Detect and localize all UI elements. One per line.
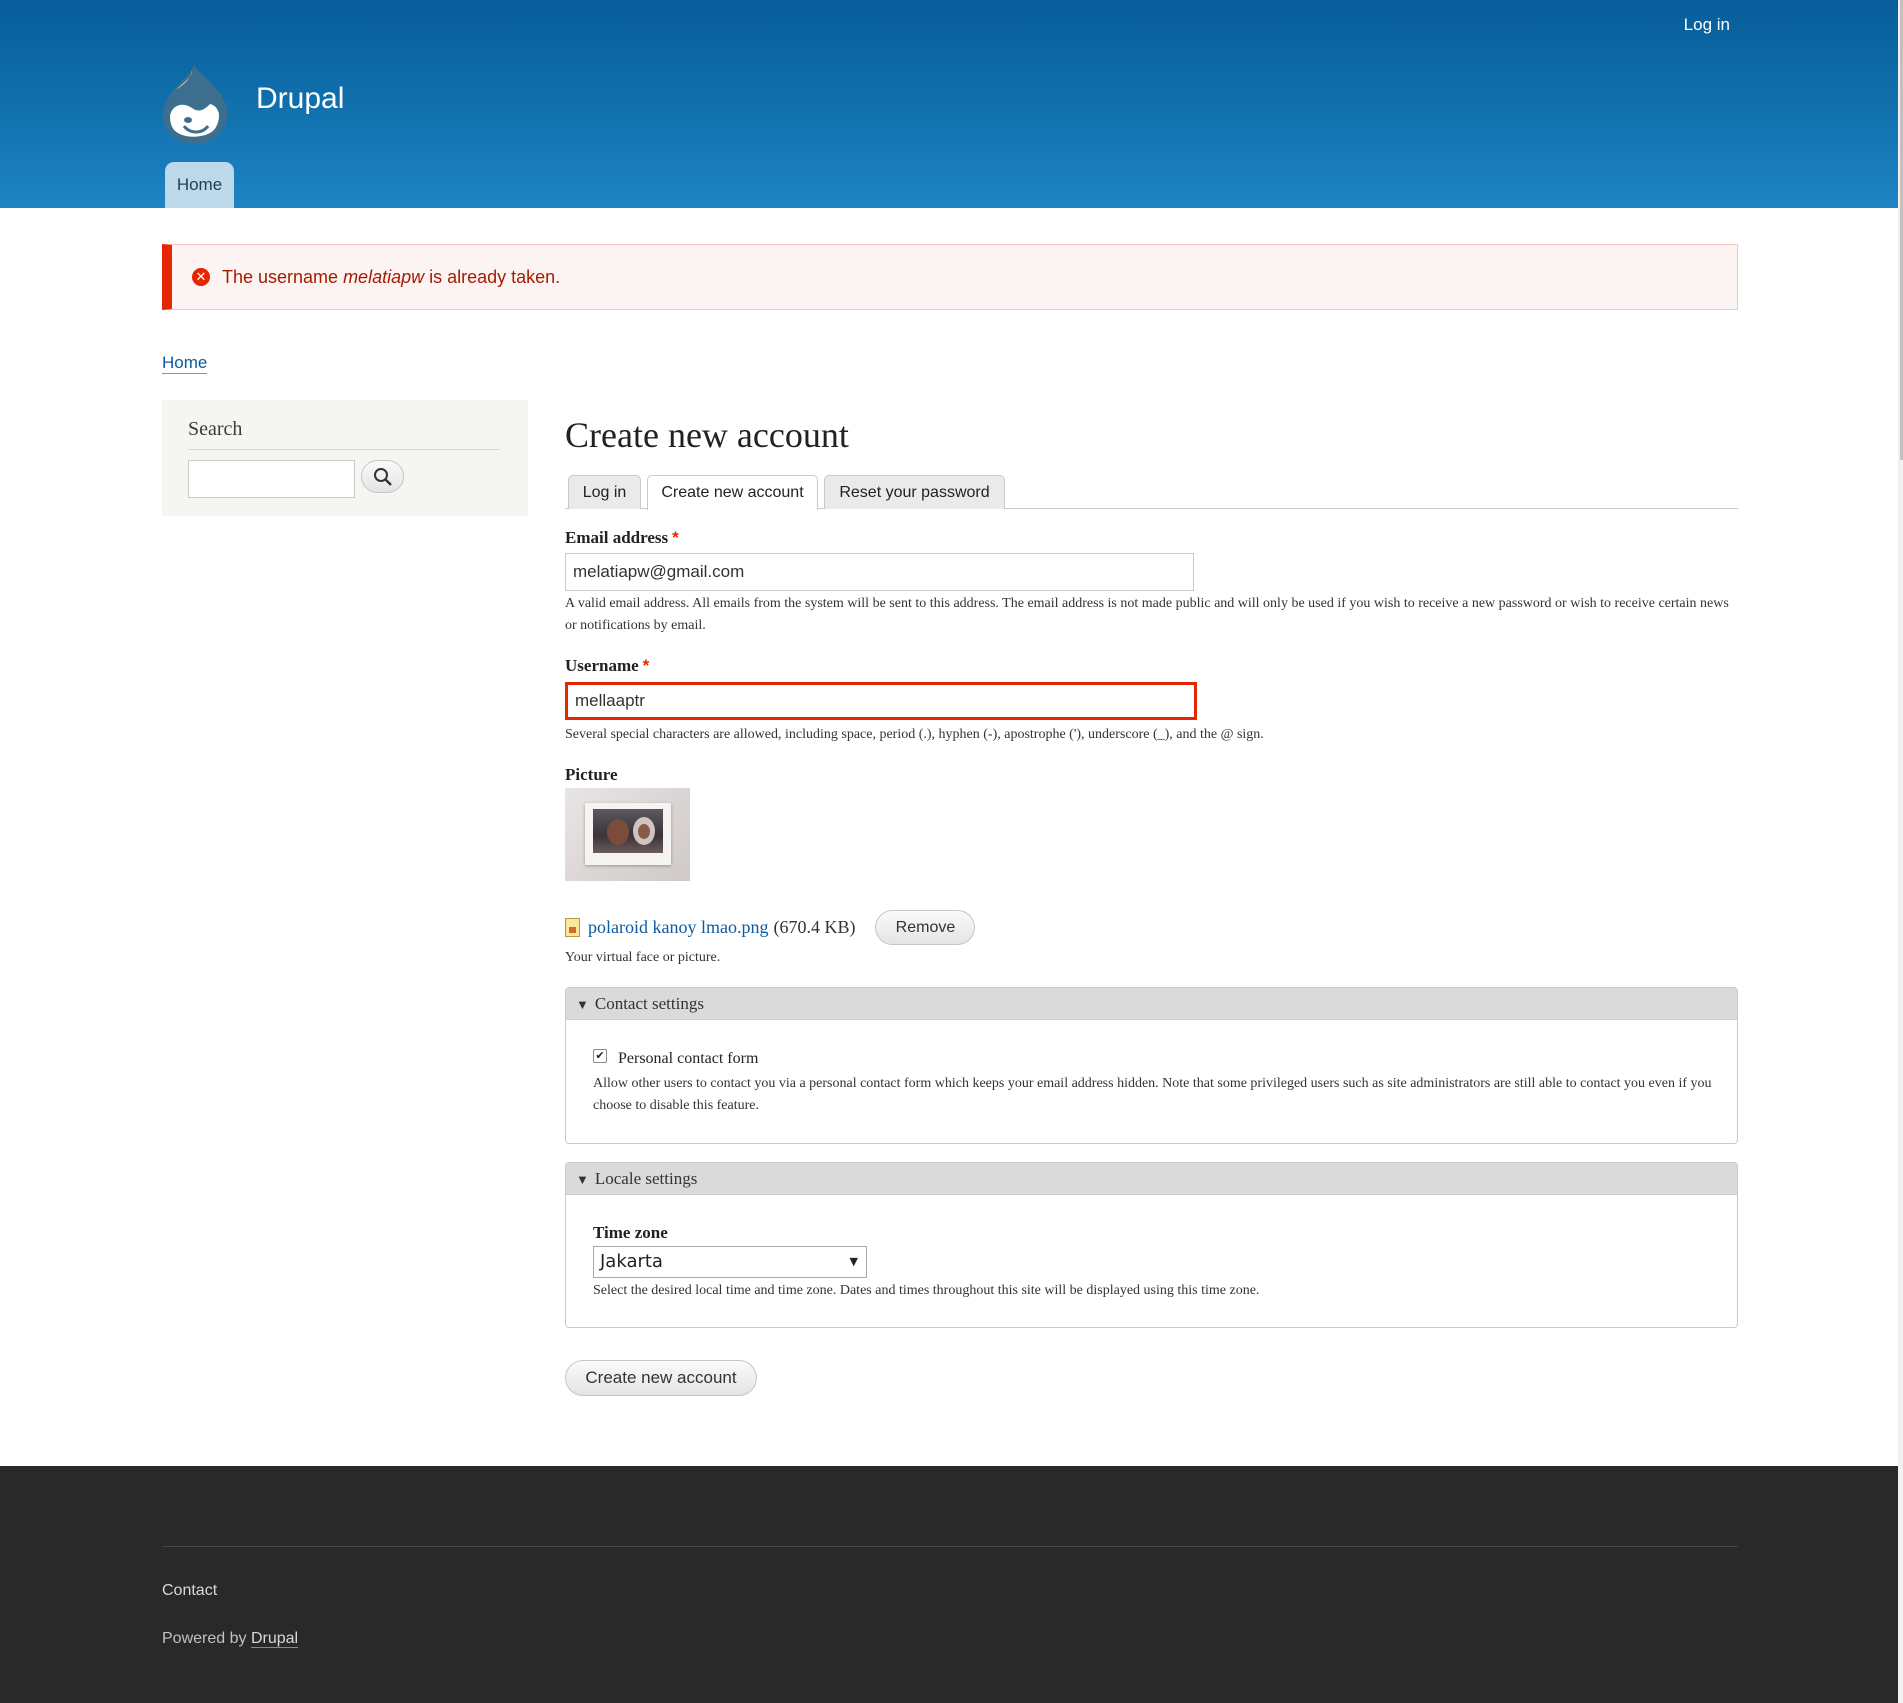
error-x-icon: ✕ bbox=[192, 268, 210, 286]
search-button[interactable] bbox=[361, 460, 404, 493]
search-block: Search bbox=[162, 400, 528, 516]
locale-settings-section: ▼ Locale settings Time zone Jakarta ▼ Sel… bbox=[565, 1162, 1738, 1328]
powered-by-text: Powered by bbox=[162, 1630, 247, 1647]
powered-by: Powered by Drupal bbox=[162, 1630, 299, 1648]
site-footer: Contact Powered by Drupal bbox=[0, 1466, 1898, 1703]
person-left bbox=[607, 819, 629, 845]
triangle-down-icon: ▼ bbox=[576, 1172, 589, 1187]
file-row: polaroid kanoy lmao.png (670.4 KB) Remov… bbox=[565, 909, 976, 945]
tab-reset-password[interactable]: Reset your password bbox=[824, 475, 1005, 509]
error-prefix: The username bbox=[222, 266, 339, 287]
site-name[interactable]: Drupal bbox=[256, 82, 344, 116]
email-field[interactable]: melatiapw@gmail.com bbox=[565, 553, 1194, 591]
remove-button[interactable]: Remove bbox=[875, 909, 976, 945]
photo-image bbox=[593, 809, 663, 853]
drupal-logo-icon[interactable] bbox=[158, 60, 232, 146]
picture-label: Picture bbox=[565, 765, 618, 784]
personal-contact-description: Allow other users to contact you via a p… bbox=[593, 1076, 1712, 1113]
search-icon bbox=[373, 467, 392, 486]
image-file-icon bbox=[565, 917, 580, 937]
contact-settings-summary[interactable]: ▼ Contact settings bbox=[566, 988, 1737, 1020]
required-marker: * bbox=[642, 656, 650, 675]
email-label-text: Email address bbox=[565, 528, 669, 547]
email-description: A valid email address. All emails from t… bbox=[565, 596, 1729, 633]
email-label: Email address * bbox=[565, 528, 679, 548]
powered-by-drupal-link[interactable]: Drupal bbox=[250, 1630, 299, 1648]
error-message: ✕ The username melatiapw is already take… bbox=[162, 244, 1738, 310]
person-right bbox=[633, 817, 655, 845]
header-login-link[interactable]: Log in bbox=[1684, 15, 1730, 35]
required-marker: * bbox=[672, 528, 679, 547]
timezone-description: Select the desired local time and time z… bbox=[593, 1283, 1260, 1298]
personal-contact-checkbox[interactable]: ✔ bbox=[593, 1049, 607, 1063]
username-label-text: Username bbox=[565, 656, 639, 675]
locale-settings-title: Locale settings bbox=[594, 1169, 698, 1188]
file-size: (670.4 KB) bbox=[773, 916, 856, 937]
search-block-title: Search bbox=[188, 418, 500, 450]
timezone-selected-value: Jakarta bbox=[600, 1251, 663, 1272]
contact-settings-title: Contact settings bbox=[594, 994, 704, 1013]
page: Log in Drupal Home ✕ The username melati… bbox=[0, 0, 1903, 1703]
timezone-label: Time zone bbox=[593, 1223, 668, 1242]
picture-description: Your virtual face or picture. bbox=[565, 950, 721, 965]
file-link[interactable]: polaroid kanoy lmao.png bbox=[588, 917, 768, 938]
footer-divider bbox=[162, 1546, 1738, 1547]
page-title: Create new account bbox=[565, 415, 849, 455]
locale-settings-summary[interactable]: ▼ Locale settings bbox=[566, 1163, 1737, 1195]
personal-contact-label[interactable]: Personal contact form bbox=[618, 1050, 758, 1068]
username-description: Several special characters are allowed, … bbox=[565, 727, 1264, 742]
breadcrumb-home[interactable]: Home bbox=[162, 353, 208, 374]
tab-log-in[interactable]: Log in bbox=[568, 475, 641, 509]
user-picture-thumbnail bbox=[565, 788, 690, 881]
username-field[interactable]: mellaaptr bbox=[565, 682, 1197, 720]
tab-create-new-account[interactable]: Create new account bbox=[647, 475, 818, 510]
dropdown-caret-icon: ▼ bbox=[849, 1255, 858, 1268]
timezone-select[interactable]: Jakarta ▼ bbox=[593, 1246, 867, 1278]
error-suffix: is already taken. bbox=[429, 266, 561, 287]
username-label: Username * bbox=[565, 656, 649, 676]
polaroid-frame bbox=[585, 803, 671, 865]
error-username: melatiapw bbox=[343, 266, 425, 287]
site-header: Log in Drupal Home bbox=[0, 0, 1898, 208]
create-account-button[interactable]: Create new account bbox=[565, 1360, 757, 1396]
contact-settings-section: ▼ Contact settings ✔ Personal contact for… bbox=[565, 987, 1738, 1144]
triangle-down-icon: ▼ bbox=[576, 997, 589, 1012]
nav-tab-home[interactable]: Home bbox=[165, 162, 234, 208]
search-input[interactable] bbox=[188, 460, 355, 498]
vertical-scrollbar[interactable] bbox=[1898, 0, 1903, 1703]
footer-contact-link[interactable]: Contact bbox=[162, 1582, 217, 1600]
